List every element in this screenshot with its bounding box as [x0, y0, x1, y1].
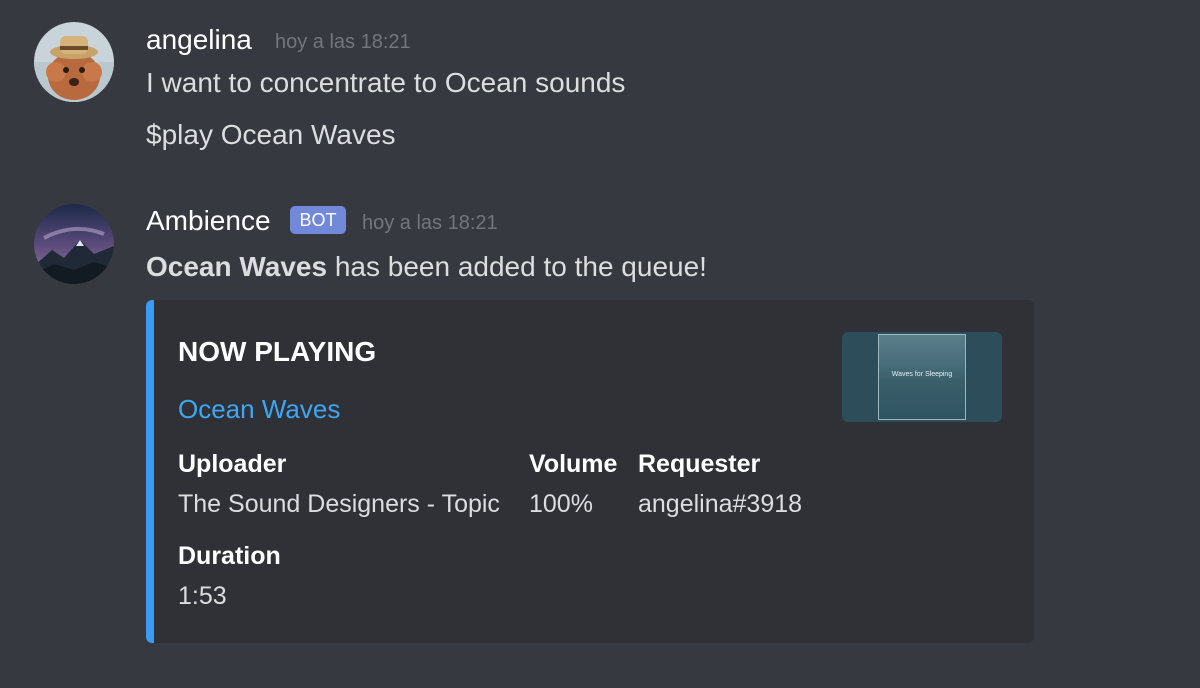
field-volume-value: 100%	[529, 490, 593, 518]
field-duration-name: Duration	[178, 542, 281, 570]
username[interactable]: Ambience	[146, 205, 271, 237]
field-requester-name: Requester	[638, 450, 761, 478]
field-requester-value: angelina#3918	[638, 490, 803, 518]
bot-badge: BOT	[290, 206, 346, 234]
field-uploader-value: The Sound Designers - Topic	[178, 490, 500, 518]
dog-avatar-icon	[34, 22, 114, 102]
thumbnail-title: Waves for Sleeping	[891, 371, 953, 378]
field-uploader-name: Uploader	[178, 450, 287, 478]
now-playing-embed: NOW PLAYING Ocean Waves Uploader The Sou…	[146, 300, 1034, 643]
avatar[interactable]	[34, 22, 114, 102]
message-timestamp: hoy a las 18:21	[362, 212, 498, 234]
embed-title: NOW PLAYING	[178, 336, 377, 367]
embed-accent-bar	[146, 300, 154, 643]
message-timestamp: hoy a las 18:21	[275, 31, 411, 53]
message-text: I want to concentrate to Ocean sounds	[146, 67, 626, 98]
message-text: $play Ocean Waves	[146, 119, 396, 150]
message-bold-text: Ocean Waves	[146, 251, 328, 282]
track-link[interactable]: Ocean Waves	[178, 394, 340, 425]
field-duration-value: 1:53	[178, 582, 227, 610]
chat-messages: angelina hoy a las 18:21 I want to conce…	[0, 0, 1200, 688]
avatar[interactable]	[34, 204, 114, 284]
message-text: Ocean Waves has been added to the queue!	[146, 251, 707, 283]
message-rest-text: has been added to the queue!	[327, 251, 707, 282]
username[interactable]: angelina	[146, 24, 252, 56]
mountain-night-avatar-icon	[34, 204, 114, 284]
track-thumbnail[interactable]: Waves for Sleeping	[842, 332, 1002, 422]
thumbnail-cover-art: Waves for Sleeping	[878, 334, 966, 420]
field-volume-name: Volume	[529, 450, 618, 478]
